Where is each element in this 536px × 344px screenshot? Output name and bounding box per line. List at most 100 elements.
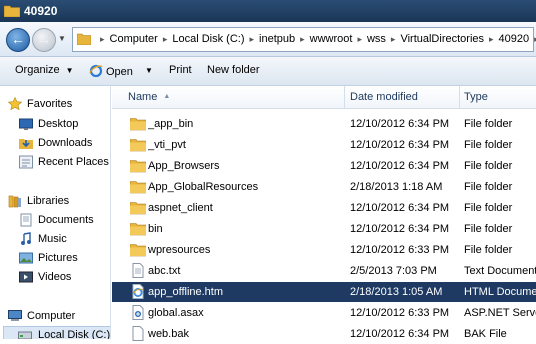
nav-downloads-label: Downloads (38, 137, 93, 149)
file-date-modified: 12/10/2012 6:34 PM (350, 139, 450, 151)
file-row[interactable]: aspnet_client 12/10/2012 6:34 PM File fold… (112, 198, 536, 218)
file-name: web.bak (148, 328, 189, 340)
organize-button[interactable]: Organize ▼ (15, 64, 74, 76)
breadcrumb-separator-icon[interactable]: ▸ (489, 34, 494, 44)
chevron-down-icon: ▼ (145, 66, 153, 75)
file-type: File folder (464, 118, 513, 130)
back-button[interactable]: ← (6, 28, 30, 52)
file-type: HTML Document (464, 286, 536, 298)
nav-desktop-label: Desktop (38, 118, 79, 130)
navigation-bar: ← → ▼ ▸ Computer ▸ Local Disk (C:) ▸ inetpub ▸… (0, 22, 536, 57)
downloads-icon (19, 139, 33, 149)
file-row[interactable]: _vti_pvt 12/10/2012 6:34 PM File folder (112, 135, 536, 155)
file-type: File folder (464, 202, 513, 214)
open-button[interactable]: Open (89, 64, 133, 78)
file-date-modified: 2/5/2013 7:03 PM (350, 265, 437, 277)
file-date-modified: 12/10/2012 6:34 PM (350, 160, 450, 172)
column-divider[interactable] (459, 86, 460, 108)
file-row[interactable]: App_GlobalResources 2/18/2013 1:18 AM File… (112, 177, 536, 197)
computer-icon (8, 310, 22, 321)
file-row[interactable]: global.asax 12/10/2012 6:33 PM ASP.NET Ser… (112, 303, 536, 323)
breadcrumb: ▸ Computer ▸ Local Disk (C:) ▸ inetpub ▸ wwwroo… (95, 33, 536, 45)
internet-explorer-icon (89, 64, 103, 78)
file-name: aspnet_client (148, 202, 213, 214)
breadcrumb-separator-icon[interactable]: ▸ (357, 34, 362, 44)
chevron-down-icon: ▼ (65, 66, 74, 75)
file-row[interactable]: wpresources 12/10/2012 6:33 PM File folder (112, 240, 536, 260)
recent-places-icon (19, 155, 33, 169)
text-file-icon (132, 263, 144, 278)
address-bar[interactable]: ▸ Computer ▸ Local Disk (C:) ▸ inetpub ▸ wwwroo… (72, 27, 536, 52)
file-name: _vti_pvt (148, 139, 186, 151)
breadcrumb-item[interactable]: VirtualDirectories (400, 33, 484, 45)
breadcrumb-item[interactable]: Local Disk (C:) (172, 33, 244, 45)
breadcrumb-item[interactable]: inetpub (259, 33, 295, 45)
forward-button[interactable]: → (32, 28, 56, 52)
breadcrumb-separator-icon[interactable]: ▸ (391, 34, 396, 44)
file-row[interactable]: app_offline.htm 2/18/2013 1:05 AM HTML Doc… (112, 282, 536, 302)
file-row[interactable]: App_Browsers 12/10/2012 6:34 PM File folde… (112, 156, 536, 176)
pictures-icon (19, 252, 33, 264)
file-type: File folder (464, 160, 513, 172)
libraries-icon (8, 195, 21, 208)
recent-pages-dropdown[interactable]: ▼ (58, 34, 66, 43)
title-bar: 40920 (0, 0, 536, 22)
back-arrow-icon: ← (11, 31, 25, 47)
file-name: global.asax (148, 307, 204, 319)
open-label: Open (106, 66, 133, 78)
breadcrumb-separator-icon[interactable]: ▸ (100, 34, 105, 44)
folder-icon (77, 33, 91, 45)
file-row[interactable]: abc.txt 2/5/2013 7:03 PM Text Document (112, 261, 536, 281)
breadcrumb-item[interactable]: 40920 (499, 33, 530, 45)
breadcrumb-item[interactable]: Computer (110, 33, 158, 45)
breadcrumb-separator-icon[interactable]: ▸ (163, 34, 168, 44)
file-name: app_offline.htm (148, 286, 224, 298)
folder-icon (4, 5, 20, 17)
column-date-header[interactable]: Date modified (350, 91, 418, 103)
folder-icon (130, 223, 146, 236)
file-name: bin (148, 223, 163, 235)
nav-music-label: Music (38, 233, 67, 245)
breadcrumb-item[interactable]: wwwroot (310, 33, 353, 45)
nav-libraries-label: Libraries (27, 195, 70, 207)
file-type: File folder (464, 181, 513, 193)
file-date-modified: 12/10/2012 6:33 PM (350, 244, 450, 256)
file-type: File folder (464, 244, 513, 256)
file-row[interactable]: web.bak 12/10/2012 6:34 PM BAK File (112, 324, 536, 344)
file-row[interactable]: bin 12/10/2012 6:34 PM File folder (112, 219, 536, 239)
folder-icon (130, 202, 146, 215)
new-folder-button[interactable]: New folder (207, 64, 260, 76)
nav-documents-label: Documents (38, 214, 94, 226)
file-row[interactable]: _app_bin 12/10/2012 6:34 PM File folder (112, 114, 536, 134)
file-name: App_GlobalResources (148, 181, 259, 193)
file-type: File folder (464, 139, 513, 151)
breadcrumb-separator-icon[interactable]: ▸ (300, 34, 305, 44)
file-type: ASP.NET Server (464, 307, 536, 319)
organize-label: Organize (15, 64, 60, 76)
nav-local-disk-label: Local Disk (C:) (38, 329, 111, 339)
documents-icon (20, 213, 32, 227)
star-icon (8, 97, 22, 111)
nav-favorites-label: Favorites (27, 98, 73, 110)
file-date-modified: 12/10/2012 6:34 PM (350, 202, 450, 214)
column-header: Name ▲ Date modified Type (112, 86, 536, 109)
file-type: File folder (464, 223, 513, 235)
column-name-header[interactable]: Name ▲ (128, 91, 170, 103)
open-dropdown[interactable]: ▼ (145, 64, 153, 76)
forward-arrow-icon: → (37, 31, 51, 47)
file-type: BAK File (464, 328, 507, 340)
breadcrumb-separator-icon[interactable]: ▸ (249, 34, 254, 44)
file-name: _app_bin (148, 118, 194, 130)
nav-local-disk[interactable]: Local Disk (C:) (3, 326, 111, 339)
column-type-header[interactable]: Type (464, 91, 488, 103)
file-date-modified: 12/10/2012 6:33 PM (350, 307, 450, 319)
print-button[interactable]: Print (169, 64, 192, 76)
file-date-modified: 12/10/2012 6:34 PM (350, 328, 450, 340)
column-divider[interactable] (344, 86, 345, 108)
file-type: Text Document (464, 265, 536, 277)
nav-videos-label: Videos (38, 271, 72, 283)
nav-computer-label: Computer (27, 310, 76, 322)
breadcrumb-item[interactable]: wss (367, 33, 386, 45)
videos-icon (19, 271, 33, 283)
navigation-pane: Favorites Desktop Downloads Recent Place… (0, 86, 111, 339)
